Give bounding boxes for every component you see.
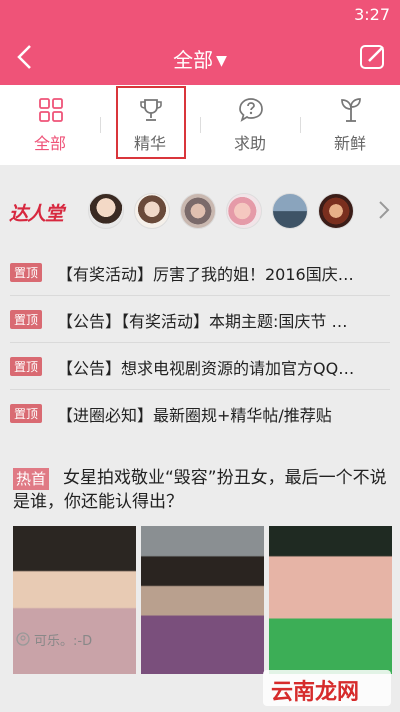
talent-hall-logo: 达人堂 bbox=[9, 203, 64, 225]
avatar[interactable] bbox=[180, 193, 216, 229]
post-image[interactable] bbox=[269, 526, 392, 674]
avatar[interactable] bbox=[88, 193, 124, 229]
pinned-tag: 置顶 bbox=[10, 263, 43, 282]
pinned-post[interactable]: 置顶 【公告】【有奖活动】本期主题:国庆节 … bbox=[0, 297, 400, 341]
post-image[interactable] bbox=[13, 526, 136, 674]
pinned-post-title: 【公告】想求电视剧资源的请加官方QQ… bbox=[57, 359, 355, 378]
avatar[interactable] bbox=[134, 193, 170, 229]
tab-new[interactable]: 新鲜 bbox=[300, 85, 400, 165]
status-time: 3:27 bbox=[354, 5, 390, 24]
avatar[interactable] bbox=[226, 193, 262, 229]
pinned-tag: 置顶 bbox=[10, 357, 43, 376]
tab-help[interactable]: 求助 bbox=[200, 85, 300, 165]
post-image[interactable] bbox=[141, 526, 264, 674]
divider bbox=[100, 117, 101, 133]
pinned-post-title: 【进圈必知】最新圈规+精华帖/推荐贴 bbox=[57, 406, 332, 425]
pinned-post-title: 【有奖活动】厉害了我的姐！2016国庆… bbox=[57, 265, 354, 284]
post-author: 可乐。:-D bbox=[34, 634, 93, 649]
page-title: 全部 bbox=[173, 48, 214, 72]
talent-hall-bar[interactable]: 达人堂 bbox=[0, 183, 400, 241]
chevron-right-icon[interactable] bbox=[378, 199, 390, 221]
divider bbox=[300, 117, 301, 133]
pinned-post[interactable]: 置顶 【进圈必知】最新圈规+精华帖/推荐贴 bbox=[0, 391, 400, 435]
pinned-tag: 置顶 bbox=[10, 310, 43, 329]
avatar[interactable] bbox=[318, 193, 354, 229]
question-bubble-icon bbox=[239, 98, 263, 122]
hot-tag: 热首 bbox=[13, 468, 50, 490]
post-title: 女星拍戏敬业“毁容”扮丑女，最后一个不说是谁，你还能认得出？ bbox=[13, 468, 387, 512]
watermark: 云南龙网 bbox=[263, 670, 391, 706]
avatar[interactable] bbox=[272, 193, 308, 229]
grid-icon bbox=[39, 98, 63, 122]
tab-all[interactable]: 全部 bbox=[0, 85, 100, 165]
tab-all-label: 全部 bbox=[33, 134, 66, 153]
pinned-post[interactable]: 置顶 【公告】想求电视剧资源的请加官方QQ… bbox=[0, 344, 400, 388]
tab-new-label: 新鲜 bbox=[333, 134, 366, 153]
user-icon bbox=[16, 632, 30, 646]
status-bar: 3:27 bbox=[0, 0, 400, 30]
edit-icon bbox=[360, 45, 384, 69]
selection-highlight bbox=[116, 86, 186, 159]
divider bbox=[10, 389, 390, 390]
watermark-text: 云南龙网 bbox=[271, 680, 360, 705]
pinned-post-title: 【公告】【有奖活动】本期主题:国庆节 … bbox=[57, 312, 348, 331]
pinned-list: 置顶 【有奖活动】厉害了我的姐！2016国庆… 置顶 【公告】【有奖活动】本期主… bbox=[0, 250, 400, 440]
tab-help-label: 求助 bbox=[233, 134, 266, 153]
divider bbox=[10, 295, 390, 296]
divider bbox=[200, 117, 201, 133]
pinned-post[interactable]: 置顶 【有奖活动】厉害了我的姐！2016国庆… bbox=[0, 250, 400, 294]
divider bbox=[10, 342, 390, 343]
pinned-tag: 置顶 bbox=[10, 404, 43, 423]
compose-button[interactable] bbox=[358, 42, 388, 72]
sprout-icon bbox=[341, 98, 361, 122]
title-bar: 全部 ▼ bbox=[0, 30, 400, 85]
caret-down-icon: ▼ bbox=[216, 53, 227, 69]
category-dropdown[interactable]: 全部 ▼ bbox=[0, 44, 400, 73]
